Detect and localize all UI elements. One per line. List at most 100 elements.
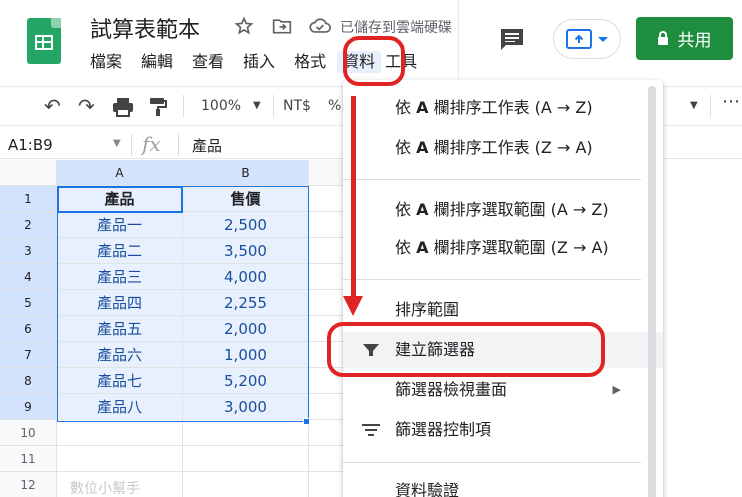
menu-file[interactable]: 檔案 [88, 51, 129, 73]
annotation-arrow [351, 96, 356, 306]
slicer-icon [362, 412, 380, 448]
data-validation[interactable]: 資料驗證 [343, 473, 663, 497]
watermark: 數位小幫手 [70, 481, 140, 497]
menu-divider [343, 462, 641, 463]
slicer[interactable]: 篩選器控制項 [343, 412, 663, 448]
share-label: 共用 [677, 31, 712, 51]
cell-b1[interactable]: 售價 [183, 186, 309, 212]
toolbar-divider [273, 95, 274, 117]
doc-title[interactable]: 試算表範本 [90, 12, 200, 44]
share-button[interactable]: 共用 [636, 17, 733, 60]
column-header-a[interactable]: A [57, 160, 183, 186]
menubar: 檔案 編輯 查看 插入 格式 資料 工具 [88, 51, 434, 73]
percent-format-button[interactable]: % [328, 93, 341, 119]
submenu-arrow-icon: ▶ [612, 383, 621, 396]
menu-format[interactable]: 格式 [292, 51, 333, 73]
product-cell[interactable]: 產品二 [57, 238, 183, 264]
comment-icon[interactable] [499, 27, 525, 51]
empty-cell[interactable] [183, 420, 309, 446]
product-cell[interactable]: 產品七 [57, 368, 183, 394]
row-number[interactable]: 8 [0, 368, 57, 394]
toolbar-divider [183, 95, 184, 117]
menu-divider [343, 179, 641, 180]
fx-icon: fx [142, 132, 161, 156]
name-box-chevron-down-icon[interactable]: ▼ [113, 138, 121, 149]
empty-cell[interactable] [57, 446, 183, 472]
row-number[interactable]: 7 [0, 342, 57, 368]
paint-format-icon[interactable] [149, 97, 167, 123]
row-number[interactable]: 4 [0, 264, 57, 290]
row-number[interactable]: 6 [0, 316, 57, 342]
product-cell[interactable]: 產品六 [57, 342, 183, 368]
product-cell[interactable]: 產品五 [57, 316, 183, 342]
empty-cell[interactable] [183, 472, 309, 497]
fill-handle[interactable] [303, 418, 310, 425]
present-icon [566, 29, 592, 49]
create-filter[interactable]: 建立篩選器 [343, 332, 663, 368]
menu-insert[interactable]: 插入 [241, 51, 282, 73]
menu-view[interactable]: 查看 [190, 51, 231, 73]
product-cell[interactable]: 產品四 [57, 290, 183, 316]
price-cell[interactable]: 1,000 [183, 342, 309, 368]
empty-cell[interactable] [57, 420, 183, 446]
more-options-icon[interactable]: ⋯ [722, 89, 740, 115]
present-button[interactable] [553, 19, 621, 59]
undo-icon[interactable]: ↶ [44, 93, 61, 119]
name-box[interactable]: A1:B9 [8, 136, 53, 154]
product-cell[interactable]: 產品三 [57, 264, 183, 290]
print-icon[interactable] [112, 97, 134, 123]
row-number[interactable]: 1 [0, 186, 57, 212]
product-cell[interactable]: 產品一 [57, 212, 183, 238]
price-cell[interactable]: 3,500 [183, 238, 309, 264]
formula-input[interactable]: 產品 [192, 135, 222, 156]
sheets-logo-icon[interactable] [27, 18, 61, 64]
empty-cell[interactable] [183, 446, 309, 472]
redo-icon[interactable]: ↷ [78, 93, 95, 119]
row-number[interactable]: 12 [0, 472, 57, 497]
annotation-arrow-head [343, 296, 363, 316]
row-number[interactable]: 3 [0, 238, 57, 264]
menu-edit[interactable]: 編輯 [139, 51, 180, 73]
header-divider [458, 0, 459, 78]
zoom-chevron-down-icon[interactable]: ▼ [253, 93, 261, 119]
sort-sheet-a-z[interactable]: 依 A 欄排序工作表 (A → Z) [343, 90, 663, 126]
menu-divider [343, 279, 641, 280]
row-number[interactable]: 5 [0, 290, 57, 316]
price-cell[interactable]: 3,000 [183, 394, 309, 420]
sort-range-z-a[interactable]: 依 A 欄排序選取範圍 (Z → A) [343, 230, 663, 266]
toolbar-chevron-down-icon[interactable]: ▼ [690, 93, 698, 119]
row-number[interactable]: 10 [0, 420, 57, 446]
toolbar-divider [710, 95, 711, 117]
zoom-select[interactable]: 100% [201, 93, 241, 119]
formula-divider [131, 134, 132, 156]
price-cell[interactable]: 2,255 [183, 290, 309, 316]
price-cell[interactable]: 2,000 [183, 316, 309, 342]
sort-range[interactable]: 排序範圍 [343, 292, 663, 328]
menu-scrollbar[interactable] [648, 86, 656, 497]
menu-data[interactable]: 資料 [337, 51, 382, 73]
cell-a1[interactable]: 產品 [57, 186, 183, 212]
product-cell[interactable]: 產品八 [57, 394, 183, 420]
row-number[interactable]: 11 [0, 446, 57, 472]
formula-divider [178, 134, 179, 156]
menu-tools[interactable]: 工具 [385, 51, 424, 73]
price-cell[interactable]: 5,200 [183, 368, 309, 394]
star-icon[interactable] [232, 14, 256, 38]
select-all-corner[interactable] [0, 160, 57, 186]
sort-sheet-z-a[interactable]: 依 A 欄排序工作表 (Z → A) [343, 130, 663, 166]
price-cell[interactable]: 4,000 [183, 264, 309, 290]
filter-icon [362, 332, 380, 368]
column-header-b[interactable]: B [183, 160, 309, 186]
save-status: 已儲存到雲端硬碟 [340, 20, 452, 36]
sort-range-a-z[interactable]: 依 A 欄排序選取範圍 (A → Z) [343, 192, 663, 228]
row-number[interactable]: 9 [0, 394, 57, 420]
currency-format-button[interactable]: NT$ [283, 93, 311, 119]
data-menu-dropdown: 依 A 欄排序工作表 (A → Z) 依 A 欄排序工作表 (Z → A) 依 … [343, 80, 663, 497]
price-cell[interactable]: 2,500 [183, 212, 309, 238]
lock-icon [657, 30, 668, 45]
move-folder-icon[interactable] [270, 14, 294, 38]
chevron-down-icon [598, 36, 608, 42]
filter-views[interactable]: 篩選器檢視畫面 ▶ [343, 372, 663, 408]
row-number[interactable]: 2 [0, 212, 57, 238]
cloud-saved-icon[interactable] [308, 14, 332, 38]
